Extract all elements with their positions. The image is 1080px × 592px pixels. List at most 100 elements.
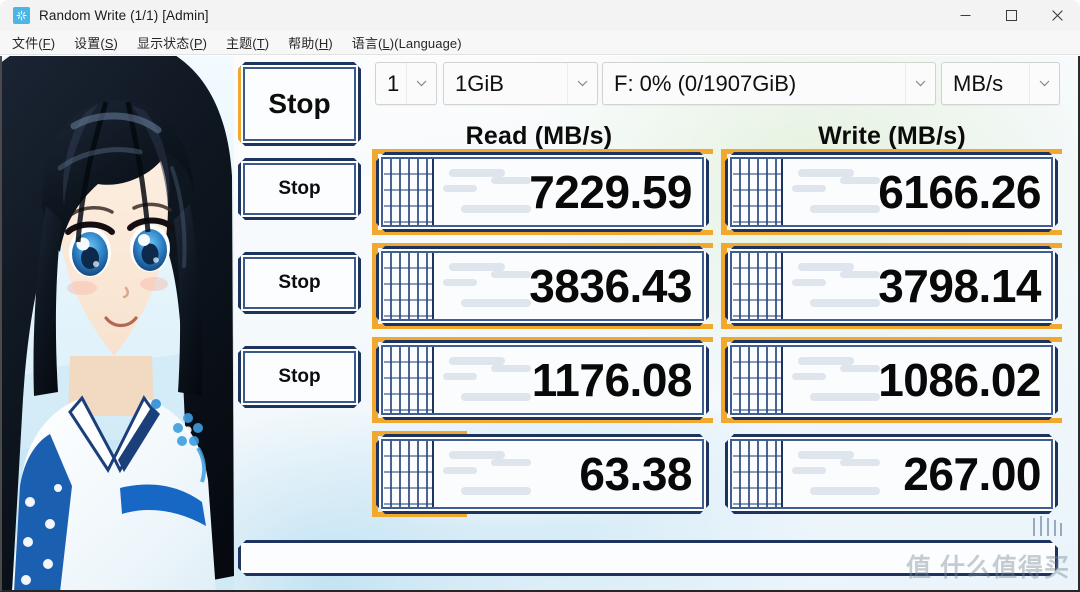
ledger-line (733, 221, 781, 223)
menu-item-6[interactable]: 语言(L)(Language) (352, 33, 462, 52)
ledger-line (390, 441, 392, 507)
write-result-box-row-2: 3798.14 (725, 246, 1058, 326)
box-texture (840, 271, 880, 278)
menu-item-4[interactable]: 主题(T) (226, 33, 269, 52)
watermark-badge-icon (1033, 516, 1062, 536)
stop-button-row-3[interactable]: Stop (238, 252, 361, 314)
ledger-line (384, 189, 432, 191)
chevron-down-icon (1029, 63, 1059, 104)
ledger-line (733, 283, 781, 285)
ledger-line (757, 441, 759, 507)
chevron-down-icon (406, 63, 436, 104)
ledger-decoration (733, 159, 783, 225)
minimize-icon (960, 15, 970, 16)
window-title: Random Write (1/1) [Admin] (39, 8, 209, 23)
unit-dropdown[interactable]: MB/s (941, 62, 1060, 105)
ledger-line (733, 315, 781, 317)
box-texture (810, 487, 880, 495)
box-texture (798, 357, 854, 365)
ledger-line (417, 159, 419, 225)
menu-item-3[interactable]: 显示状态(P) (137, 33, 207, 52)
ledger-line (384, 409, 432, 411)
box-texture (840, 365, 880, 372)
ledger-line (417, 347, 419, 413)
maximize-button[interactable] (988, 0, 1034, 31)
box-texture (792, 467, 826, 474)
pinwheel-icon (13, 7, 30, 24)
ledger-decoration (733, 253, 783, 319)
menu-item-2[interactable]: 设置(S) (74, 33, 118, 52)
box-texture (461, 299, 531, 307)
window-controls (942, 0, 1080, 31)
ledger-line (748, 441, 750, 507)
unit-value: MB/s (953, 70, 1004, 96)
test-size-dropdown[interactable]: 1GiB (443, 62, 598, 105)
ledger-line (733, 189, 781, 191)
box-texture (792, 279, 826, 286)
ledger-line (384, 173, 432, 175)
ledger-line (384, 205, 432, 207)
ledger-line (775, 159, 777, 225)
box-texture (491, 177, 531, 184)
write-value-row-2: 3798.14 (878, 260, 1041, 312)
write-result-box-row-4: 267.00 (725, 434, 1058, 514)
ledger-line (426, 441, 428, 507)
ledger-line (733, 205, 781, 207)
ledger-line (775, 253, 777, 319)
close-button[interactable] (1034, 0, 1080, 31)
ledger-line (426, 347, 428, 413)
ledger-line (733, 393, 781, 395)
overall-progress-bar (238, 540, 1058, 576)
ledger-line (733, 409, 781, 411)
minimize-button[interactable] (942, 0, 988, 31)
ledger-decoration (384, 159, 434, 225)
pinwheel-glyph (16, 10, 27, 21)
ledger-line (384, 487, 432, 489)
ledger-line (384, 393, 432, 395)
box-texture (792, 185, 826, 192)
write-value-row-3: 1086.02 (878, 354, 1041, 406)
menu-label: 语言(L)(Language) (351, 36, 462, 51)
character-illustration (2, 56, 234, 590)
ledger-line (766, 347, 768, 413)
ledger-line (426, 253, 428, 319)
read-value-row-3: 1176.08 (531, 354, 692, 406)
read-result-box-row-4: 63.38 (376, 434, 709, 514)
box-texture (443, 279, 477, 286)
ledger-line (384, 221, 432, 223)
read-result-box-row-3: 1176.08 (376, 340, 709, 420)
test-count-value: 1 (387, 70, 400, 96)
character-artwork (2, 56, 234, 590)
box-texture (449, 357, 505, 365)
box-texture (461, 393, 531, 401)
ledger-line (733, 503, 781, 505)
ledger-decoration (733, 441, 783, 507)
write-value-row-1: 6166.26 (878, 166, 1041, 218)
menu-item-1[interactable]: 文件(F) (12, 33, 55, 52)
test-count-dropdown[interactable]: 1 (375, 62, 437, 105)
stop-button-row-4[interactable]: Stop (238, 346, 361, 408)
ledger-line (408, 347, 410, 413)
ledger-line (399, 347, 401, 413)
ledger-line (733, 377, 781, 379)
box-texture (461, 205, 531, 213)
ledger-line (399, 441, 401, 507)
stop-button-row-1[interactable]: Stop (238, 62, 361, 146)
write-result-box-row-1: 6166.26 (725, 152, 1058, 232)
maximize-icon (1005, 10, 1017, 21)
read-column-header: Read (MB/s) (465, 122, 613, 150)
menu-item-5[interactable]: 帮助(H) (288, 33, 333, 52)
read-value-row-2: 3836.43 (529, 260, 692, 312)
ledger-line (766, 253, 768, 319)
ledger-line (775, 347, 777, 413)
ledger-line (733, 267, 781, 269)
ledger-decoration (384, 347, 434, 413)
box-texture (840, 459, 880, 466)
ledger-line (733, 173, 781, 175)
ledger-line (384, 361, 432, 363)
stop-button-label: Stop (278, 272, 321, 293)
ledger-decoration (384, 253, 434, 319)
drive-dropdown[interactable]: F: 0% (0/1907GiB) (602, 62, 936, 105)
stop-button-row-2[interactable]: Stop (238, 158, 361, 220)
box-texture (443, 185, 477, 192)
